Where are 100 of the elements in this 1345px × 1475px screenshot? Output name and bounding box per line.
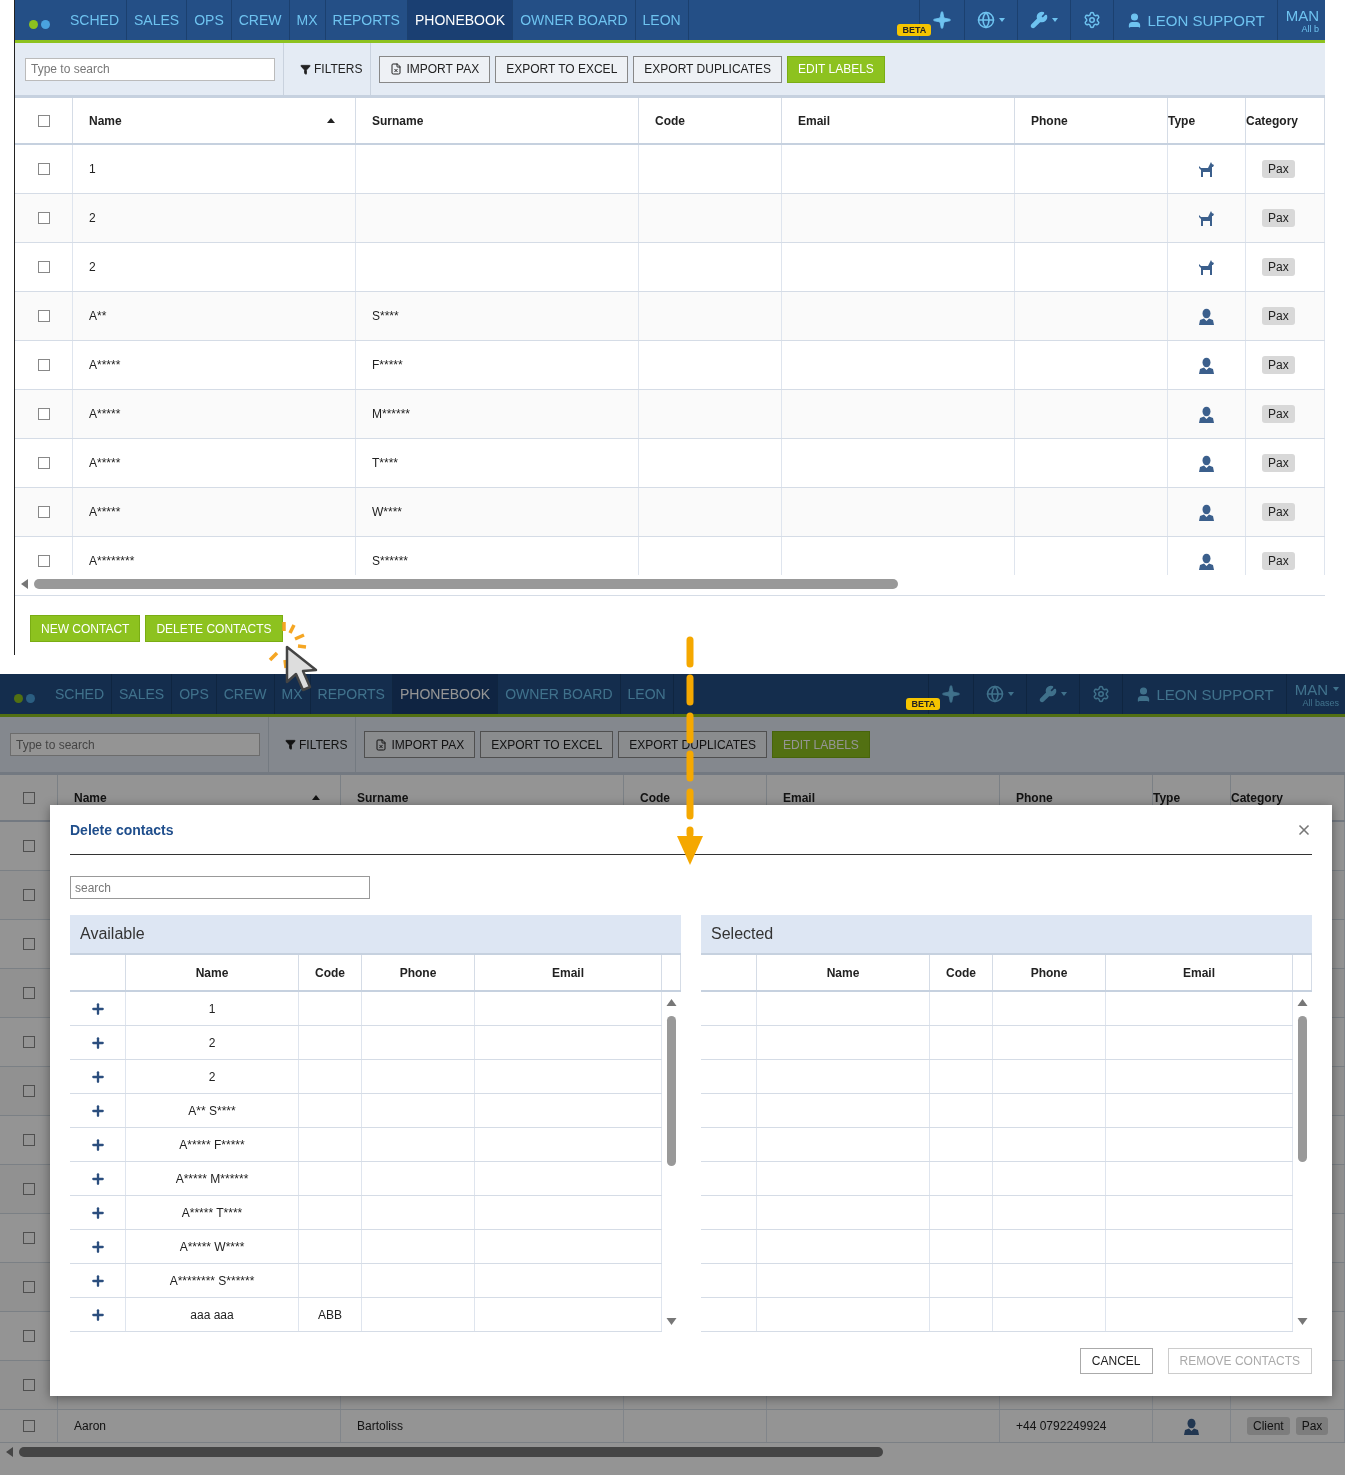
row-checkbox[interactable] bbox=[22, 840, 35, 852]
column-header[interactable]: Email bbox=[798, 113, 1014, 128]
row-checkbox[interactable] bbox=[37, 408, 50, 420]
nav-tab[interactable]: LEON bbox=[620, 674, 674, 714]
row-checkbox[interactable] bbox=[22, 938, 35, 950]
nav-tab[interactable]: PHONEBOOK bbox=[407, 0, 514, 40]
table-cell: 2 bbox=[89, 211, 96, 225]
column-header[interactable]: Type bbox=[1153, 790, 1230, 805]
add-icon[interactable] bbox=[89, 1136, 106, 1153]
table-cell: A***** bbox=[89, 456, 121, 470]
nav-tab[interactable]: OPS bbox=[187, 0, 232, 40]
row-checkbox[interactable] bbox=[22, 1330, 35, 1342]
table-cell: A***** W**** bbox=[179, 1239, 245, 1254]
column-header: Name bbox=[826, 965, 860, 980]
search-field[interactable]: Type to search bbox=[25, 57, 275, 81]
nav-tab[interactable]: SCHED bbox=[48, 674, 112, 714]
base-menu-button[interactable]: MAN bbox=[1294, 680, 1339, 698]
row-checkbox[interactable] bbox=[37, 506, 50, 518]
add-icon[interactable] bbox=[89, 1170, 106, 1187]
column-header[interactable]: Surname bbox=[372, 113, 638, 128]
add-icon[interactable] bbox=[89, 1000, 106, 1017]
column-header[interactable]: Category bbox=[1231, 790, 1344, 805]
toolbar-button[interactable]: EXPORT DUPLICATES bbox=[633, 55, 782, 83]
sparkle-icon bbox=[932, 10, 953, 30]
add-icon[interactable] bbox=[89, 1238, 106, 1255]
table-cell: A** S**** bbox=[188, 1103, 236, 1118]
row-checkbox[interactable] bbox=[37, 261, 50, 273]
scroll-left-icon bbox=[21, 578, 28, 589]
column-header[interactable]: Surname bbox=[357, 790, 623, 805]
row-checkbox[interactable] bbox=[37, 163, 50, 175]
nav-tab[interactable]: SALES bbox=[112, 674, 173, 714]
column-header[interactable]: Name bbox=[74, 790, 312, 805]
column-header[interactable]: Code bbox=[640, 790, 766, 805]
nav-tab[interactable]: OWNER BOARD bbox=[513, 0, 636, 40]
dialog-button[interactable]: CANCEL bbox=[1079, 1348, 1153, 1374]
toolbar-button[interactable]: EXPORT TO EXCEL bbox=[480, 731, 614, 758]
row-checkbox[interactable] bbox=[22, 1085, 35, 1097]
toolbar-button[interactable]: EXPORT DUPLICATES bbox=[618, 731, 767, 758]
column-header[interactable]: Email bbox=[783, 790, 999, 805]
nav-tab[interactable]: CREW bbox=[216, 674, 275, 714]
row-checkbox[interactable] bbox=[22, 987, 35, 999]
nav-tab[interactable]: PHONEBOOK bbox=[392, 674, 499, 714]
beta-badge: BETA bbox=[897, 24, 932, 36]
row-checkbox[interactable] bbox=[22, 1183, 35, 1195]
add-icon[interactable] bbox=[89, 1068, 106, 1085]
user-menu-button[interactable]: LEON SUPPORT bbox=[1113, 0, 1277, 40]
select-all-checkbox[interactable] bbox=[22, 791, 35, 804]
row-checkbox[interactable] bbox=[37, 359, 50, 371]
base-menu-button[interactable]: MAN bbox=[1285, 6, 1319, 24]
row-checkbox[interactable] bbox=[37, 555, 50, 567]
column-header[interactable]: Code bbox=[655, 113, 781, 128]
sparkle-icon bbox=[941, 684, 962, 704]
row-checkbox[interactable] bbox=[22, 1420, 35, 1432]
search-field[interactable]: search bbox=[70, 876, 370, 899]
column-header[interactable]: Phone bbox=[1016, 790, 1152, 805]
nav-tab[interactable]: CREW bbox=[231, 0, 290, 40]
toolbar-button[interactable]: IMPORT PAX bbox=[379, 55, 491, 83]
category-tag: Pax bbox=[1262, 160, 1295, 178]
add-icon[interactable] bbox=[89, 1204, 106, 1221]
filters-button[interactable]: FILTERS bbox=[292, 62, 363, 76]
nav-tab[interactable]: MX bbox=[289, 0, 326, 40]
column-header[interactable]: Name bbox=[89, 113, 327, 128]
row-checkbox[interactable] bbox=[22, 1232, 35, 1244]
table-cell: ABB bbox=[318, 1307, 342, 1322]
column-header[interactable]: Type bbox=[1168, 113, 1245, 128]
row-checkbox[interactable] bbox=[22, 1134, 35, 1146]
category-tag: Pax bbox=[1262, 454, 1295, 472]
filters-button[interactable]: FILTERS bbox=[277, 737, 348, 752]
nav-tab[interactable]: OWNER BOARD bbox=[498, 674, 621, 714]
row-checkbox[interactable] bbox=[37, 310, 50, 322]
add-icon[interactable] bbox=[89, 1306, 106, 1323]
row-checkbox[interactable] bbox=[22, 1281, 35, 1293]
scroll-left-icon bbox=[6, 1446, 13, 1457]
add-icon[interactable] bbox=[89, 1272, 106, 1289]
settings-icon bbox=[1092, 685, 1111, 703]
column-header: Code bbox=[315, 965, 345, 980]
nav-tab[interactable]: REPORTS bbox=[325, 0, 408, 40]
add-icon[interactable] bbox=[89, 1102, 106, 1119]
column-header[interactable]: Category bbox=[1246, 113, 1324, 128]
row-checkbox[interactable] bbox=[22, 1036, 35, 1048]
search-field[interactable]: Type to search bbox=[10, 733, 260, 756]
table-cell: Bartoliss bbox=[357, 1419, 403, 1433]
table-cell: 1 bbox=[208, 1001, 216, 1016]
column-header[interactable]: Phone bbox=[1031, 113, 1167, 128]
nav-tab[interactable]: SCHED bbox=[63, 0, 127, 40]
add-icon[interactable] bbox=[89, 1034, 106, 1051]
toolbar-button[interactable]: IMPORT PAX bbox=[364, 731, 476, 758]
table-cell: 1 bbox=[89, 162, 96, 176]
user-menu-button[interactable]: LEON SUPPORT bbox=[1122, 674, 1286, 714]
select-all-checkbox[interactable] bbox=[37, 114, 50, 127]
row-checkbox[interactable] bbox=[22, 889, 35, 901]
table-cell: W**** bbox=[372, 505, 402, 519]
nav-tab[interactable]: OPS bbox=[172, 674, 217, 714]
nav-tab[interactable]: SALES bbox=[127, 0, 188, 40]
row-checkbox[interactable] bbox=[22, 1379, 35, 1391]
row-checkbox[interactable] bbox=[37, 457, 50, 469]
row-checkbox[interactable] bbox=[37, 212, 50, 224]
toolbar-button[interactable]: EXPORT TO EXCEL bbox=[495, 55, 629, 83]
category-tag: Pax bbox=[1262, 356, 1295, 374]
nav-tab[interactable]: LEON bbox=[635, 0, 689, 40]
